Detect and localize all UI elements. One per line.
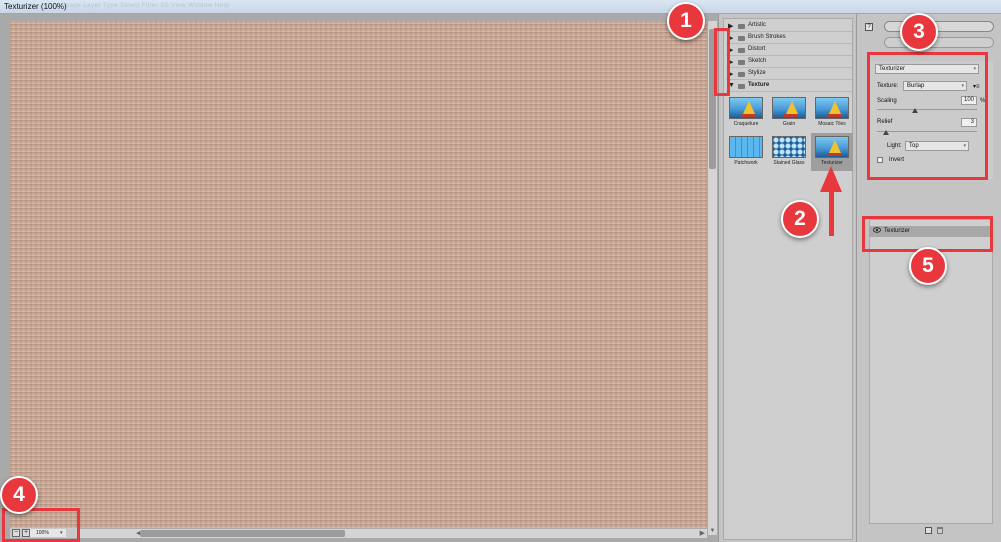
filter-thumb-label: Patchwork bbox=[734, 160, 758, 166]
filter-thumb-label: Mosaic Tiles bbox=[818, 121, 846, 127]
annotation-box-3 bbox=[867, 52, 988, 180]
filter-thumb-mosaic-tiles[interactable]: Mosaic Tiles bbox=[811, 94, 853, 132]
filter-thumb-label: Craquelure bbox=[733, 121, 759, 127]
category-texture[interactable]: ▼ Texture bbox=[726, 81, 852, 92]
category-label: Artistic bbox=[748, 22, 766, 28]
folder-icon bbox=[738, 72, 745, 77]
category-distort[interactable]: ▶ Distort bbox=[726, 45, 852, 56]
category-artistic[interactable]: ▶ Artistic bbox=[726, 21, 852, 32]
category-label: Sketch bbox=[748, 58, 767, 64]
new-effect-layer-icon[interactable] bbox=[925, 527, 932, 534]
filter-thumb-label: Grain bbox=[782, 121, 796, 127]
filter-preview-image bbox=[772, 136, 806, 158]
category-stylize[interactable]: ▶ Stylize bbox=[726, 69, 852, 80]
filter-thumb-grain[interactable]: Grain bbox=[768, 94, 810, 132]
annotation-badge-3: 3 bbox=[900, 13, 938, 51]
scroll-down-arrow-icon[interactable]: ▼ bbox=[708, 528, 717, 534]
scroll-right-arrow-icon[interactable]: ▶ bbox=[700, 529, 705, 537]
filter-preview-image bbox=[815, 136, 849, 158]
folder-icon bbox=[738, 84, 745, 89]
vertical-scrollbar[interactable]: ▼ bbox=[707, 21, 717, 535]
ghost-menu-bar: Image Layer Type Select Filter 3D View W… bbox=[62, 3, 230, 9]
category-label: Brush Strokes bbox=[748, 34, 786, 40]
horizontal-scroll-thumb[interactable] bbox=[140, 530, 345, 537]
filter-thumb-craquelure[interactable]: Craquelure bbox=[725, 94, 767, 132]
annotation-badge-2: 2 bbox=[781, 200, 819, 238]
filter-preview-image bbox=[772, 97, 806, 119]
filter-thumb-label: Stained Glass bbox=[773, 160, 805, 166]
annotation-badge-4: 4 bbox=[0, 476, 38, 514]
folder-icon bbox=[738, 36, 745, 41]
annotation-badge-1: 1 bbox=[667, 2, 705, 40]
annotation-box-1 bbox=[714, 28, 730, 96]
delete-effect-layer-icon[interactable] bbox=[937, 527, 943, 534]
filter-preview-image bbox=[815, 97, 849, 119]
annotation-badge-5: 5 bbox=[909, 247, 947, 285]
folder-icon bbox=[738, 48, 745, 53]
texture-preview-canvas[interactable] bbox=[10, 21, 707, 528]
category-label: Distort bbox=[748, 46, 766, 52]
title-bar: Texturizer (100%) Image Layer Type Selec… bbox=[0, 0, 1001, 14]
category-sketch[interactable]: ▶ Sketch bbox=[726, 57, 852, 68]
preview-area: ▼ ◀ ▶ − + 100% ▾ bbox=[0, 14, 718, 542]
folder-icon bbox=[738, 24, 745, 29]
filter-gallery-panel: ▶ Artistic ▶ Brush Strokes ▶ Distort ▶ S… bbox=[718, 14, 856, 542]
folder-icon bbox=[738, 60, 745, 65]
help-icon[interactable]: ? bbox=[865, 23, 873, 31]
category-label: Texture bbox=[748, 82, 770, 88]
filter-preview-image bbox=[729, 136, 763, 158]
filter-thumb-stained-glass[interactable]: Stained Glass bbox=[768, 133, 810, 171]
window-title: Texturizer (100%) bbox=[4, 2, 67, 11]
category-brush-strokes[interactable]: ▶ Brush Strokes bbox=[726, 33, 852, 44]
annotation-arrow-shaft bbox=[829, 190, 834, 236]
category-label: Stylize bbox=[748, 70, 766, 76]
filter-preview-image bbox=[729, 97, 763, 119]
filter-thumb-patchwork[interactable]: Patchwork bbox=[725, 133, 767, 171]
annotation-arrow-head bbox=[820, 166, 842, 192]
horizontal-scrollbar[interactable]: ◀ ▶ bbox=[80, 528, 707, 538]
filter-category-list: ▶ Artistic ▶ Brush Strokes ▶ Distort ▶ S… bbox=[723, 18, 853, 540]
